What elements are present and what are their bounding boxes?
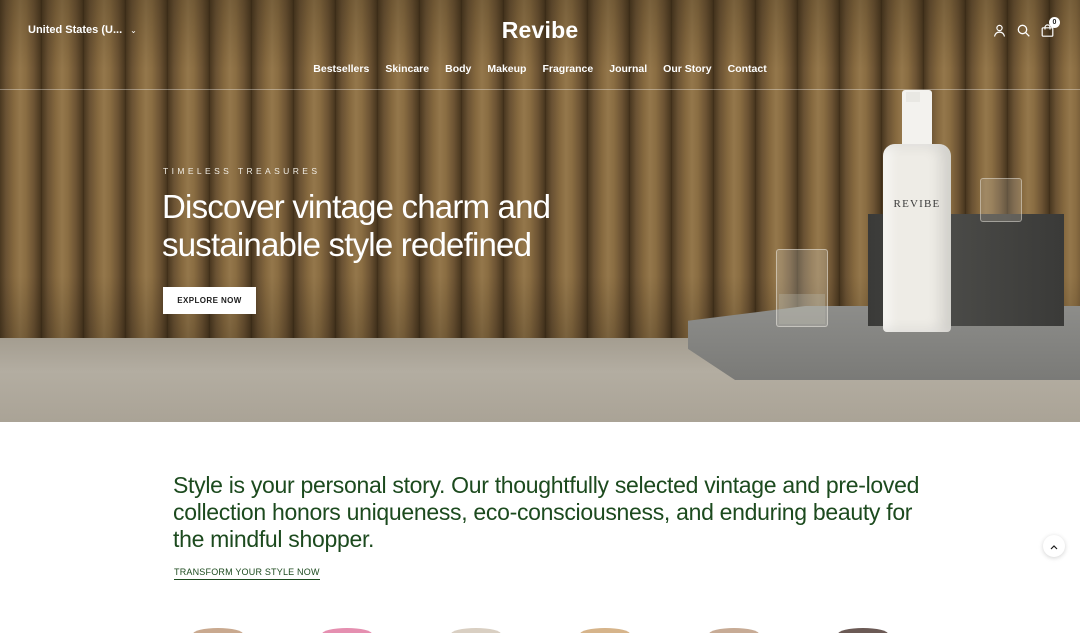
header-divider [0,89,1080,90]
nav-item-bestsellers[interactable]: Bestsellers [313,63,369,75]
product-thumbnail[interactable] [322,628,372,633]
nav-item-our-story[interactable]: Our Story [663,63,711,75]
nav-item-makeup[interactable]: Makeup [487,63,526,75]
explore-now-button[interactable]: EXPLORE NOW [163,287,256,314]
nav-item-journal[interactable]: Journal [609,63,647,75]
intro-statement: Style is your personal story. Our though… [173,472,920,552]
site-logo[interactable]: Revibe [0,17,1080,44]
scroll-to-top-button[interactable] [1043,535,1065,557]
product-thumbnail[interactable] [838,628,888,633]
main-navigation: Bestsellers Skincare Body Makeup Fragran… [0,63,1080,75]
product-bottle-label: REVIBE [893,198,941,210]
user-icon[interactable] [993,24,1006,37]
nav-item-fragrance[interactable]: Fragrance [542,63,593,75]
product-bottle [883,144,951,332]
glass-tumbler [776,249,828,327]
hero-eyebrow: TIMELESS TREASURES [163,166,321,176]
chevron-up-icon [1050,537,1058,555]
cart-icon[interactable]: 0 [1041,17,1060,37]
cart-count-badge: 0 [1049,17,1060,28]
product-thumbnail[interactable] [193,628,243,633]
product-thumbnail[interactable] [580,628,630,633]
search-icon[interactable] [1017,24,1030,37]
product-thumbnail[interactable] [451,628,501,633]
glass-jar-right [980,178,1022,222]
header-actions: 0 [993,17,1060,37]
hero-headline: Discover vintage charm and sustainable s… [162,188,551,263]
nav-item-body[interactable]: Body [445,63,471,75]
bottle-pump [902,90,932,148]
transform-style-link[interactable]: TRANSFORM YOUR STYLE NOW [174,567,320,580]
product-thumbnail[interactable] [709,628,759,633]
hero-banner: REVIBE United States (U... ⌄ Revibe Best… [0,0,1080,422]
nav-item-skincare[interactable]: Skincare [385,63,429,75]
nav-item-contact[interactable]: Contact [728,63,767,75]
